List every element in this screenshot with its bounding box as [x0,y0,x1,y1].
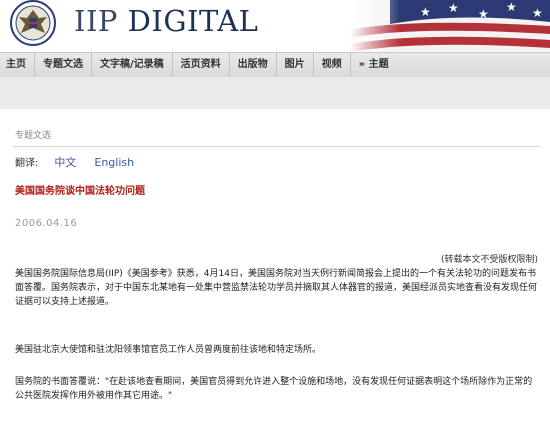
nav-item-featured-articles[interactable]: 专题文选 [35,53,92,77]
site-title[interactable]: IIP DIGITAL [74,4,258,38]
article-paragraph-2: 美国驻北京大使馆和驻沈阳领事馆官员工作人员曾两度前往该地和特定场所。 [15,345,322,355]
article-date: 2006.04.16 [15,218,78,229]
copyright-note: (转载本文不受版权限制) [440,255,538,265]
section-divider [13,146,540,147]
article-paragraph-3: 国务院的书面答覆说："在赴该地查看期间，美国官员得到允许进入整个设施和场地，没有… [15,377,533,401]
american-flag-icon: ★ ★ ★ ★ ★ [350,0,550,52]
nav-item-photos[interactable]: 图片 [277,53,314,77]
us-department-of-state-seal-icon[interactable] [3,0,63,46]
nav-item-publications[interactable]: 出版物 [230,53,277,77]
nav-item-topics[interactable]: » 主题 [351,53,397,77]
site-title-prefix: IIP [74,4,118,38]
nav-item-transcripts[interactable]: 文字稿/记录稿 [92,53,173,77]
section-label: 专题文选 [15,131,52,141]
language-link-chinese[interactable]: 中文 [54,154,76,170]
nav-item-video[interactable]: 视频 [314,53,351,77]
nav-item-fact-sheets[interactable]: 活页资料 [173,53,230,77]
article-paragraph-1: 美国国务院国际信息局(IIP)《美国参考》获悉，4月14日，美国国务院对当天例行… [15,269,538,307]
language-link-english[interactable]: English [94,156,134,169]
sub-nav-strip [0,77,550,109]
site-banner: IIP DIGITAL ★ ★ ★ ★ ★ [0,0,550,52]
article-title: 美国国务院谈中国法轮功问题 [15,186,145,197]
main-nav: 主页 专题文选 文字稿/记录稿 活页资料 出版物 图片 视频 » 主题 [0,52,550,78]
site-title-main: DIGITAL [127,4,259,38]
translate-row: 翻译: 中文 English [15,154,134,170]
translate-label: 翻译: [15,158,39,169]
nav-item-home[interactable]: 主页 [0,53,35,77]
